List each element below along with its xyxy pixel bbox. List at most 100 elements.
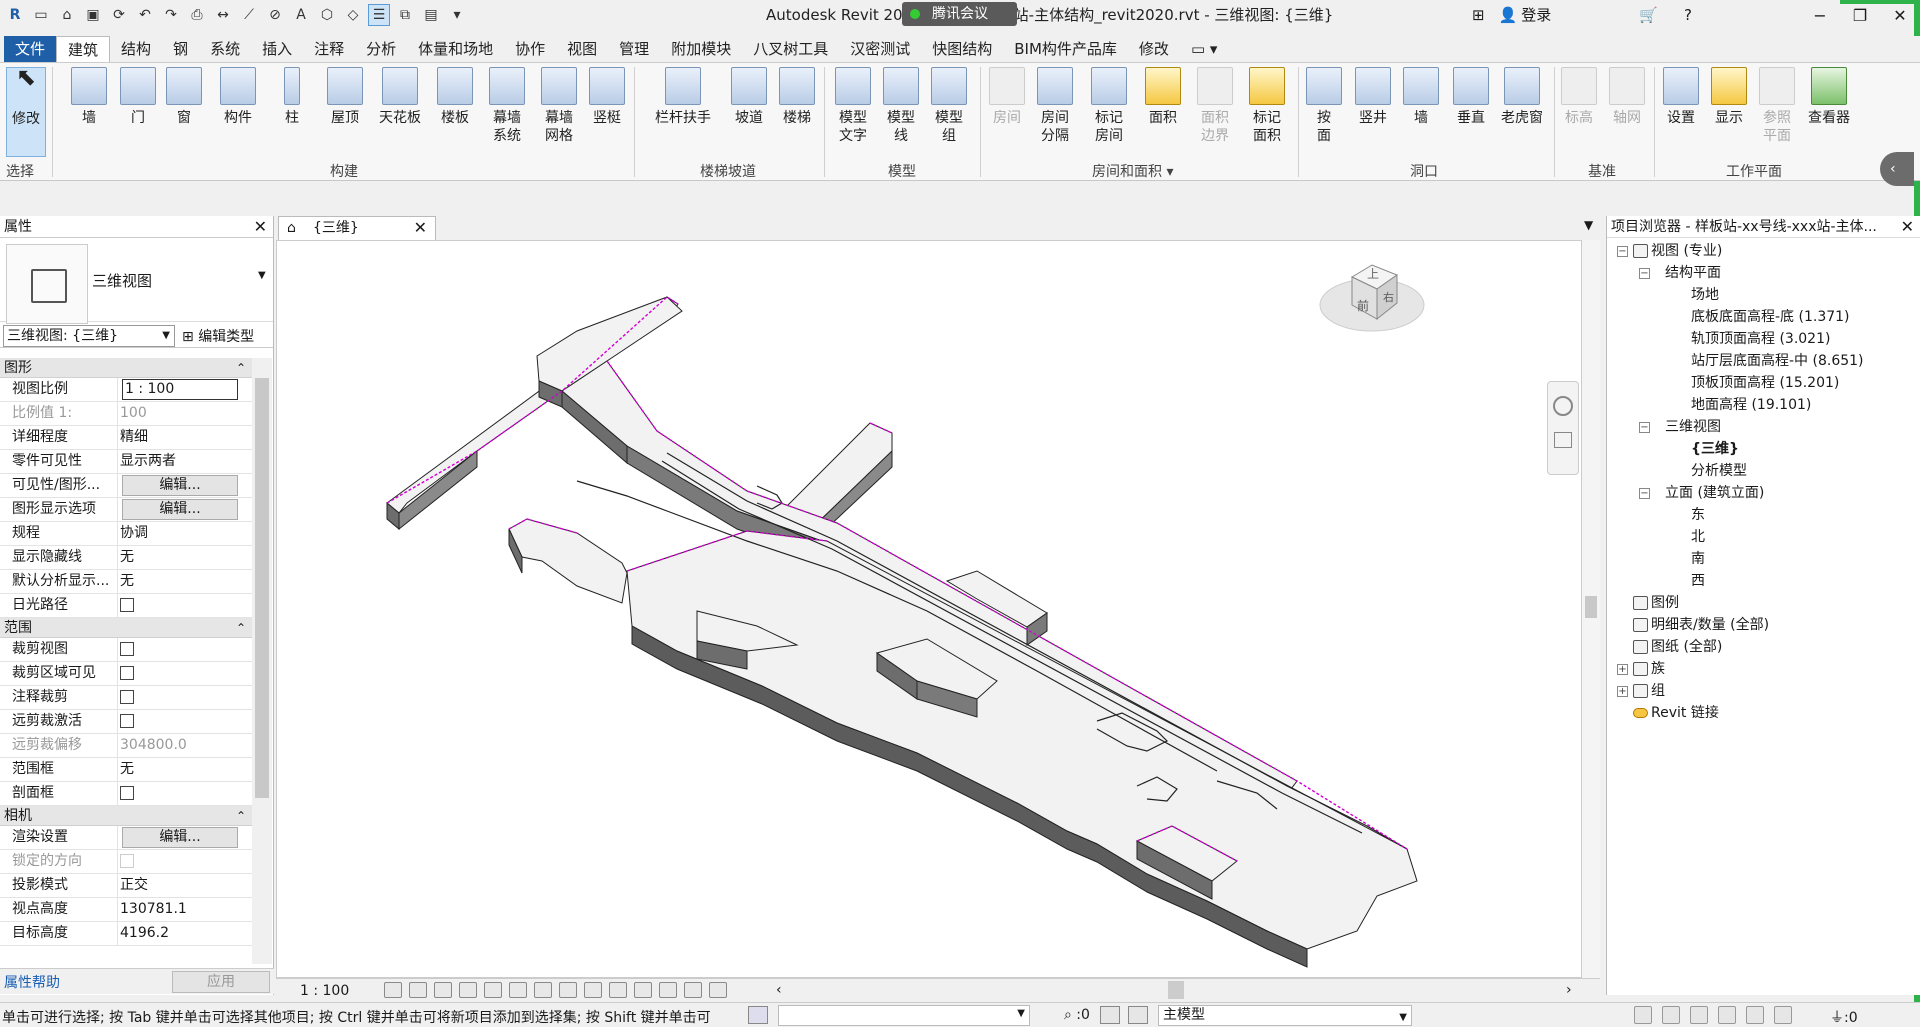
- section-box-checkbox[interactable]: [120, 786, 134, 800]
- 3d-viewport[interactable]: 上 前 右: [276, 240, 1582, 978]
- analytical-model-icon[interactable]: [684, 982, 702, 998]
- model-text-button[interactable]: 模型 文字: [830, 67, 876, 145]
- open-icon[interactable]: ▭: [30, 4, 52, 26]
- tab-modify[interactable]: 修改: [1128, 36, 1180, 62]
- tree-node[interactable]: − 结构平面: [1607, 262, 1920, 284]
- tree-node[interactable]: 地面高程 (19.101): [1607, 394, 1920, 416]
- steering-wheel-icon[interactable]: [1553, 396, 1573, 416]
- wall-opening-button[interactable]: 墙: [1400, 67, 1442, 127]
- curtain-grid-button[interactable]: 幕墙 网格: [536, 67, 582, 145]
- zoom-icon[interactable]: [1554, 432, 1572, 448]
- properties-help-link[interactable]: 属性帮助: [4, 972, 60, 992]
- crop-visible-checkbox[interactable]: [120, 666, 134, 680]
- viewcube[interactable]: 上 前 右: [1317, 245, 1427, 341]
- user-icon[interactable]: 👤: [1499, 6, 1518, 24]
- tree-node[interactable]: {三维}: [1607, 438, 1920, 460]
- model-group-button[interactable]: 模型 组: [926, 67, 972, 145]
- tab-addins[interactable]: 附加模块: [660, 36, 742, 62]
- tree-node[interactable]: 分析模型: [1607, 460, 1920, 482]
- tab-architecture[interactable]: 建筑: [56, 36, 111, 62]
- section-icon[interactable]: ◇: [342, 4, 364, 26]
- select-by-face-icon[interactable]: [1718, 1006, 1736, 1024]
- render-icon[interactable]: [484, 982, 502, 998]
- workset-select[interactable]: ▼: [778, 1005, 1030, 1026]
- ribbon-toggle-icon[interactable]: ▭ ▾: [1180, 36, 1228, 62]
- filter-count[interactable]: ⏚:0: [1830, 1007, 1858, 1027]
- far-clip-checkbox[interactable]: [120, 714, 134, 728]
- parts-visibility-select[interactable]: 显示两者: [118, 450, 252, 473]
- tree-node[interactable]: 南: [1607, 548, 1920, 570]
- tab-collaborate[interactable]: 协作: [504, 36, 556, 62]
- ramp-button[interactable]: 坡道: [728, 67, 770, 127]
- sync-icon[interactable]: ⟳: [108, 4, 130, 26]
- lock-view-icon[interactable]: [559, 982, 577, 998]
- tree-node[interactable]: 西: [1607, 570, 1920, 592]
- discipline-select[interactable]: 协调: [118, 522, 252, 545]
- tab-3d-view[interactable]: ⌂ {三维} ✕: [278, 216, 436, 240]
- level-button[interactable]: 标高: [1558, 67, 1600, 127]
- mullion-button[interactable]: 竖梃: [586, 67, 628, 127]
- 3d-view-icon[interactable]: ⬡: [316, 4, 338, 26]
- curtain-system-button[interactable]: 幕墙 系统: [484, 67, 530, 145]
- stair-button[interactable]: 楼梯: [776, 67, 818, 127]
- tab-annotate[interactable]: 注释: [303, 36, 355, 62]
- tab-kuaitu[interactable]: 快图结构: [921, 36, 1003, 62]
- close-icon[interactable]: ✕: [254, 216, 267, 238]
- tree-toggle-icon[interactable]: +: [1617, 664, 1628, 675]
- tag-area-button[interactable]: 标记 面积: [1244, 67, 1290, 145]
- section-extents[interactable]: 范围: [0, 618, 252, 638]
- temp-hide-icon[interactable]: [584, 982, 602, 998]
- tree-node[interactable]: 顶板顶面高程 (15.201): [1607, 372, 1920, 394]
- tree-toggle-icon[interactable]: −: [1617, 246, 1628, 257]
- dimension-icon[interactable]: ⟋: [238, 4, 260, 26]
- floor-button[interactable]: 楼板: [432, 67, 478, 127]
- select-underlay-icon[interactable]: [1662, 1006, 1680, 1024]
- design-options-icon[interactable]: [1100, 1006, 1120, 1024]
- viewcube-right[interactable]: 右: [1383, 289, 1394, 305]
- edit-type-button[interactable]: ⊞ 编辑类型: [182, 326, 254, 346]
- switch-windows-icon[interactable]: ▤: [420, 4, 442, 26]
- close-icon[interactable]: ✕: [1897, 216, 1914, 237]
- tree-node[interactable]: 场地: [1607, 284, 1920, 306]
- redo-icon[interactable]: ↷: [160, 4, 182, 26]
- by-face-button[interactable]: 按 面: [1304, 67, 1344, 145]
- ref-plane-button[interactable]: 参照 平面: [1756, 67, 1798, 145]
- target-elevation-input[interactable]: 4196.2: [118, 922, 252, 945]
- tree-node[interactable]: 站厅层底面高程-中 (8.651): [1607, 350, 1920, 372]
- column-button[interactable]: 柱: [270, 67, 314, 127]
- tab-file[interactable]: 文件: [4, 36, 57, 62]
- section-camera[interactable]: 相机: [0, 806, 252, 826]
- projection-select[interactable]: 正交: [118, 874, 252, 897]
- tab-steel[interactable]: 钢: [162, 36, 199, 62]
- eye-elevation-input[interactable]: 130781.1: [118, 898, 252, 921]
- scroll-right-icon[interactable]: ›: [1566, 982, 1572, 998]
- detail-level-icon[interactable]: [384, 982, 402, 998]
- tree-node[interactable]: 图例: [1607, 592, 1920, 614]
- chevron-down-icon[interactable]: ▼: [258, 270, 266, 281]
- hidden-lines-select[interactable]: 无: [118, 546, 252, 569]
- tree-toggle-icon[interactable]: −: [1639, 422, 1650, 433]
- section-graphics[interactable]: 图形: [0, 358, 252, 378]
- annotation-crop-checkbox[interactable]: [120, 690, 134, 704]
- main-model-select[interactable]: 主模型 ▼: [1158, 1005, 1412, 1026]
- door-button[interactable]: 门: [118, 67, 158, 127]
- ribbon-collapse-icon[interactable]: ‹: [1880, 152, 1914, 186]
- tab-dropdown-icon[interactable]: ▼: [1584, 218, 1593, 232]
- tree-node[interactable]: 底板底面高程-底 (1.371): [1607, 306, 1920, 328]
- tree-toggle-icon[interactable]: −: [1639, 268, 1650, 279]
- graphic-display-edit-button[interactable]: 编辑...: [122, 499, 238, 520]
- sun-path-icon[interactable]: [434, 982, 452, 998]
- tab-view[interactable]: 视图: [556, 36, 608, 62]
- restore-icon[interactable]: ❐: [1840, 2, 1880, 28]
- scroll-thumb[interactable]: [255, 378, 269, 798]
- window-button[interactable]: 窗: [162, 67, 206, 127]
- scroll-thumb[interactable]: [1585, 596, 1597, 618]
- scope-box-select[interactable]: 无: [118, 758, 252, 781]
- set-workplane-button[interactable]: 设置: [1660, 67, 1702, 127]
- tree-node[interactable]: + 族: [1607, 658, 1920, 680]
- area-button[interactable]: 面积: [1142, 67, 1184, 127]
- meeting-badge[interactable]: 腾讯会议: [902, 2, 1017, 26]
- drag-elements-icon[interactable]: [1746, 1006, 1764, 1024]
- tree-node[interactable]: 轨顶顶面高程 (3.021): [1607, 328, 1920, 350]
- tree-node[interactable]: − 立面 (建筑立面): [1607, 482, 1920, 504]
